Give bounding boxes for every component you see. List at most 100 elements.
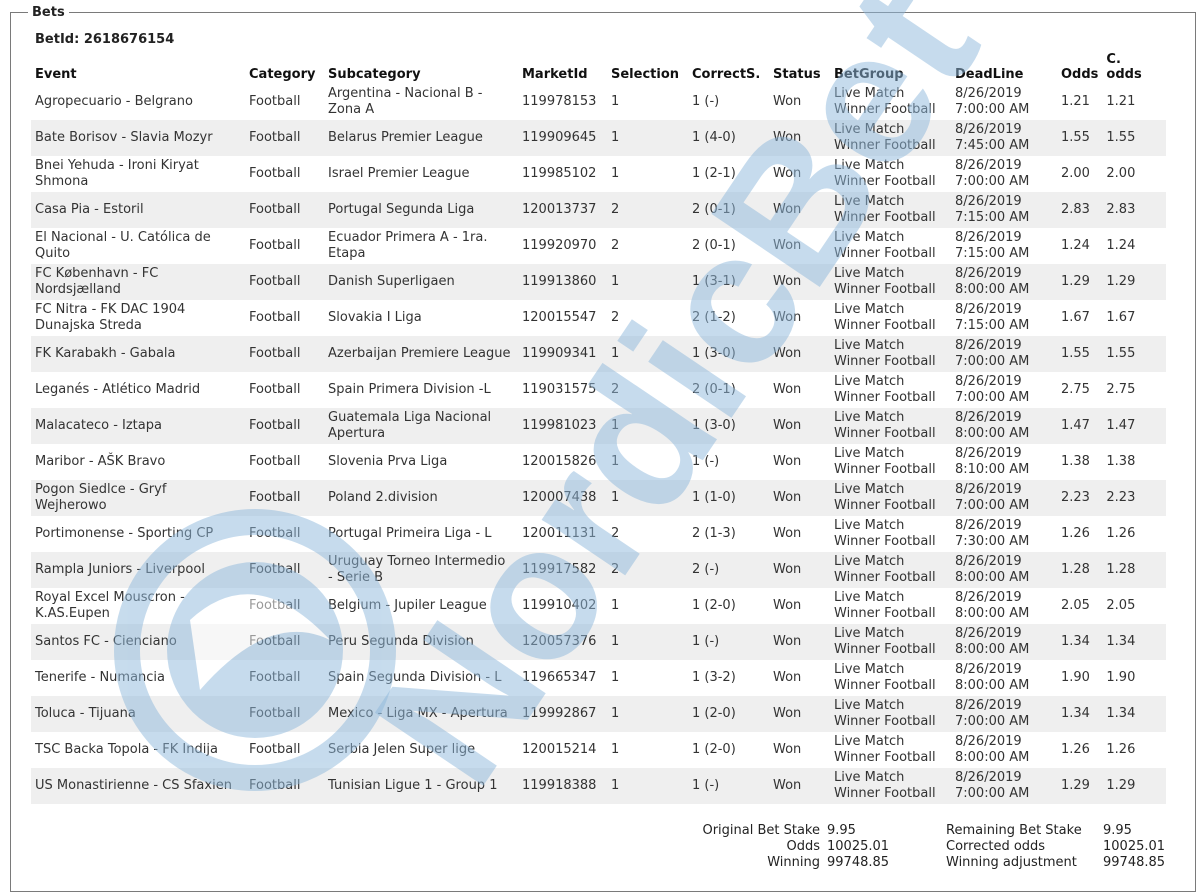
table-row: Leganés - Atlético Madrid Football Spain P… <box>31 372 1166 408</box>
cell-market-id: 119920970 <box>522 238 597 253</box>
cell-deadline: 8/26/2019 7:00:00 AM <box>955 158 1030 189</box>
summary-left-row: Original Bet Stake 9.95 <box>680 823 889 839</box>
cell-c-odds: 1.67 <box>1106 310 1136 325</box>
cell-category: Football <box>249 526 301 541</box>
cell-category: Football <box>249 94 301 109</box>
table-row: Bnei Yehuda - Ironi Kiryat Shmona Footbal… <box>31 156 1166 192</box>
table-row: Bate Borisov - Slavia Mozyr Football Belar… <box>31 120 1167 156</box>
cell-market-id: 120015547 <box>522 310 597 325</box>
cell-event: Pogon Siedlce - Gryf Wejherowo <box>31 480 245 516</box>
cell-event: Portimonense - Sporting CP <box>35 526 214 541</box>
summary-label: Odds <box>786 839 820 854</box>
cell-market-id: 119913860 <box>518 264 607 300</box>
cell-odds: 1.26 <box>1061 742 1090 757</box>
cell-selection: 2 <box>611 238 620 253</box>
cell-selection: 1 <box>607 120 688 156</box>
cell-category: Football <box>249 742 301 757</box>
cell-status: Won <box>769 696 830 732</box>
cell-status: Won <box>773 526 802 541</box>
cell-c-odds: 1.38 <box>1106 454 1136 469</box>
table-row: Toluca - Tijuana Football Mexico - Liga MX… <box>31 696 1167 732</box>
bet-id: BetId: 2618676154 <box>35 32 174 47</box>
cell-category: Football <box>249 238 301 253</box>
cell-category: Football <box>245 696 324 732</box>
cell-market-id: 119918388 <box>518 768 607 804</box>
table-row: El Nacional - U. Católica de Quito Footba… <box>31 228 1166 264</box>
cell-odds: 2.00 <box>1061 166 1090 181</box>
cell-c-odds: 1.21 <box>1106 94 1136 109</box>
cell-event: Malacateco - Iztapa <box>31 408 245 444</box>
cell-deadline: 8/26/2019 7:00:00 AM <box>955 86 1030 117</box>
cell-market-id: 119910402 <box>522 598 597 613</box>
table-row: Casa Pia - Estoril Football Portugal Segun… <box>31 192 1167 228</box>
cell-c-odds: 2.83 <box>1102 192 1167 228</box>
cell-selection: 1 <box>607 408 688 444</box>
cell-event: FK Karabakh - Gabala <box>31 336 245 372</box>
cell-status: Won <box>773 598 802 613</box>
table-row: FC København - FC Nordsjælland Football Da… <box>31 264 1167 300</box>
cell-bet-group: Live Match Winner Football <box>830 552 951 588</box>
cell-event: Toluca - Tijuana <box>31 696 245 732</box>
cell-odds: 1.26 <box>1061 526 1090 541</box>
cell-event: Agropecuario - Belgrano <box>35 94 193 109</box>
cell-category: Football <box>245 480 324 516</box>
col-header-category: Category <box>249 67 316 82</box>
cell-odds: 1.38 <box>1061 454 1090 469</box>
cell-deadline: 8/26/2019 7:30:00 AM <box>955 518 1030 549</box>
cell-correct-s: 2 (1-2) <box>692 310 736 325</box>
cell-event: Maribor - AŠK Bravo <box>35 454 166 469</box>
cell-subcategory: Guatemala Liga Nacional Apertura <box>324 408 518 444</box>
cell-subcategory: Ecuador Primera A - 1ra. Etapa <box>328 230 488 261</box>
cell-selection: 2 <box>607 192 688 228</box>
table-header-row: Event Category Subcategory MarketId Sele… <box>31 52 1166 84</box>
cell-category: Football <box>245 192 324 228</box>
summary-right-row: Remaining Bet Stake 9.95 <box>946 823 1165 839</box>
cell-bet-group: Live Match Winner Football <box>830 480 951 516</box>
cell-c-odds: 1.26 <box>1106 742 1136 757</box>
cell-subcategory: Spain Segunda Division - L <box>328 670 502 685</box>
cell-market-id: 120011131 <box>522 526 597 541</box>
cell-deadline: 8/26/2019 8:00:00 AM <box>951 624 1057 660</box>
cell-correct-s: 1 (3-2) <box>692 670 736 685</box>
cell-c-odds: 1.29 <box>1102 264 1167 300</box>
cell-odds: 2.05 <box>1061 598 1090 613</box>
table-row: Royal Excel Mouscron - K.AS.Eupen Footbal… <box>31 588 1166 624</box>
cell-deadline: 8/26/2019 7:00:00 AM <box>951 696 1057 732</box>
cell-odds: 2.83 <box>1057 192 1103 228</box>
cell-c-odds: 2.75 <box>1106 382 1136 397</box>
cell-category: Football <box>249 310 301 325</box>
cell-event: Tenerife - Numancia <box>35 670 166 685</box>
cell-odds: 1.29 <box>1057 768 1103 804</box>
bet-id-label: BetId: <box>35 32 80 47</box>
cell-deadline: 8/26/2019 7:15:00 AM <box>951 192 1057 228</box>
col-header-subcategory: Subcategory <box>328 67 421 82</box>
summary-value: 10025.01 <box>827 839 890 854</box>
cell-market-id: 120013737 <box>518 192 607 228</box>
cell-odds: 1.90 <box>1061 670 1090 685</box>
cell-market-id: 119909341 <box>518 336 607 372</box>
cell-subcategory: Argentina - Nacional B - Zona A <box>328 86 483 117</box>
cell-bet-group: Live Match Winner Football <box>830 408 951 444</box>
cell-odds: 1.55 <box>1057 336 1103 372</box>
col-header-bet-group: BetGroup <box>834 67 904 82</box>
table-row: Malacateco - Iztapa Football Guatemala Lig… <box>31 408 1167 444</box>
summary-right-row: Winning adjustment 99748.85 <box>946 855 1165 871</box>
cell-market-id: 120015826 <box>522 454 597 469</box>
cell-correct-s: 1 (-) <box>688 768 769 804</box>
cell-subcategory: Uruguay Torneo Intermedio - Serie B <box>324 552 518 588</box>
cell-category: Football <box>245 624 324 660</box>
cell-event: El Nacional - U. Católica de Quito <box>35 230 211 261</box>
table-row: Pogon Siedlce - Gryf Wejherowo Football Po… <box>31 480 1167 516</box>
cell-odds: 2.23 <box>1057 480 1103 516</box>
cell-correct-s: 1 (4-0) <box>688 120 769 156</box>
table-row: FC Nitra - FK DAC 1904 Dunajska Streda Fo… <box>31 300 1166 336</box>
cell-subcategory: Slovenia Prva Liga <box>328 454 448 469</box>
cell-correct-s: 1 (1-0) <box>688 480 769 516</box>
cell-deadline: 8/26/2019 7:15:00 AM <box>955 302 1030 333</box>
cell-status: Won <box>769 264 830 300</box>
cell-event: US Monastirienne - CS Sfaxien <box>31 768 245 804</box>
cell-event: Rampla Juniors - Liverpool <box>31 552 245 588</box>
cell-category: Football <box>245 552 324 588</box>
cell-correct-s: 2 (0-1) <box>688 192 769 228</box>
cell-event: Royal Excel Mouscron - K.AS.Eupen <box>35 590 185 621</box>
